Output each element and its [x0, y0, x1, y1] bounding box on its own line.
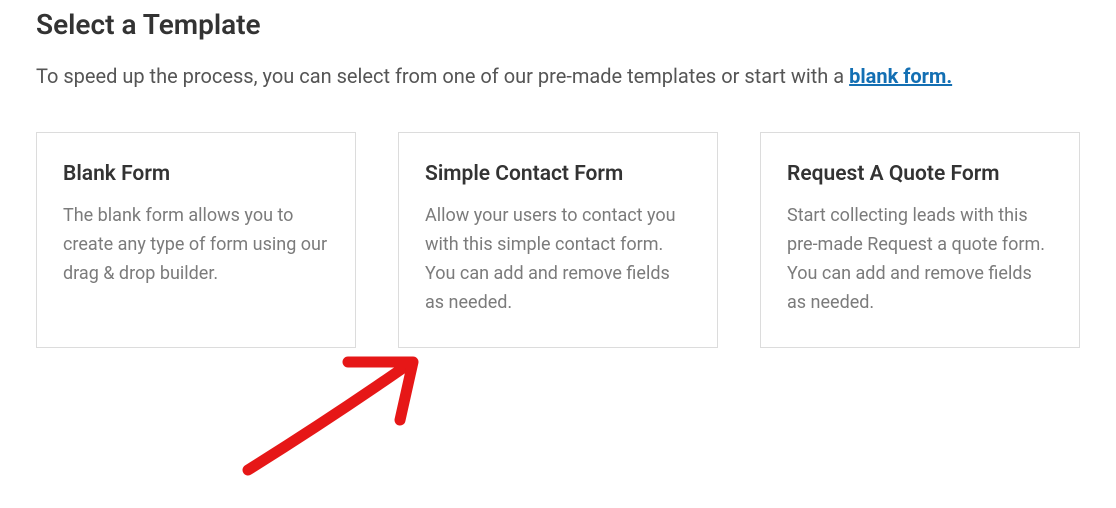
card-title: Blank Form [63, 161, 329, 188]
template-card-simple-contact-form[interactable]: Simple Contact Form Allow your users to … [398, 132, 718, 348]
blank-form-link[interactable]: blank form. [849, 64, 952, 88]
template-card-request-quote-form[interactable]: Request A Quote Form Start collecting le… [760, 132, 1080, 348]
card-desc: The blank form allows you to create any … [63, 202, 329, 288]
template-card-blank-form[interactable]: Blank Form The blank form allows you to … [36, 132, 356, 348]
card-desc: Allow your users to contact you with thi… [425, 202, 691, 317]
card-desc: Start collecting leads with this pre-mad… [787, 202, 1053, 317]
template-cards: Blank Form The blank form allows you to … [36, 132, 1080, 348]
card-title: Simple Contact Form [425, 161, 691, 188]
lead-prefix: To speed up the process, you can select … [36, 64, 849, 88]
lead-text: To speed up the process, you can select … [36, 61, 1056, 92]
page-title: Select a Template [36, 0, 1080, 41]
card-title: Request A Quote Form [787, 161, 1053, 188]
